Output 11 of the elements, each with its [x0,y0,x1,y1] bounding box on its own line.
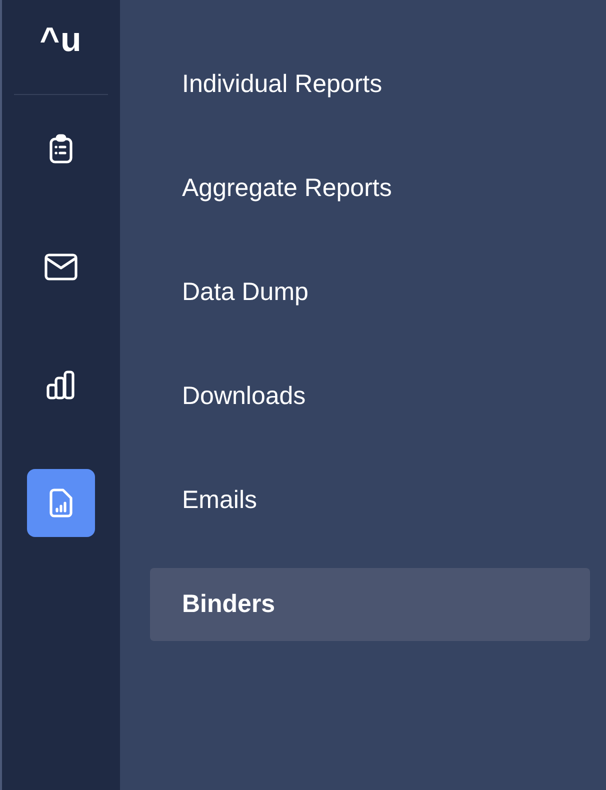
bar-chart-icon [46,370,76,400]
menu-item[interactable]: Individual Reports [150,48,590,121]
menu-item[interactable]: Data Dump [150,256,590,329]
clipboard-icon [49,134,73,164]
menu-item[interactable]: Binders [150,568,590,641]
mail-icon [44,253,78,281]
logo: ^u [40,20,82,61]
menu-item[interactable]: Emails [150,464,590,537]
menu-item[interactable]: Aggregate Reports [150,152,590,225]
report-icon [49,488,73,518]
menu-item[interactable]: Downloads [150,360,590,433]
